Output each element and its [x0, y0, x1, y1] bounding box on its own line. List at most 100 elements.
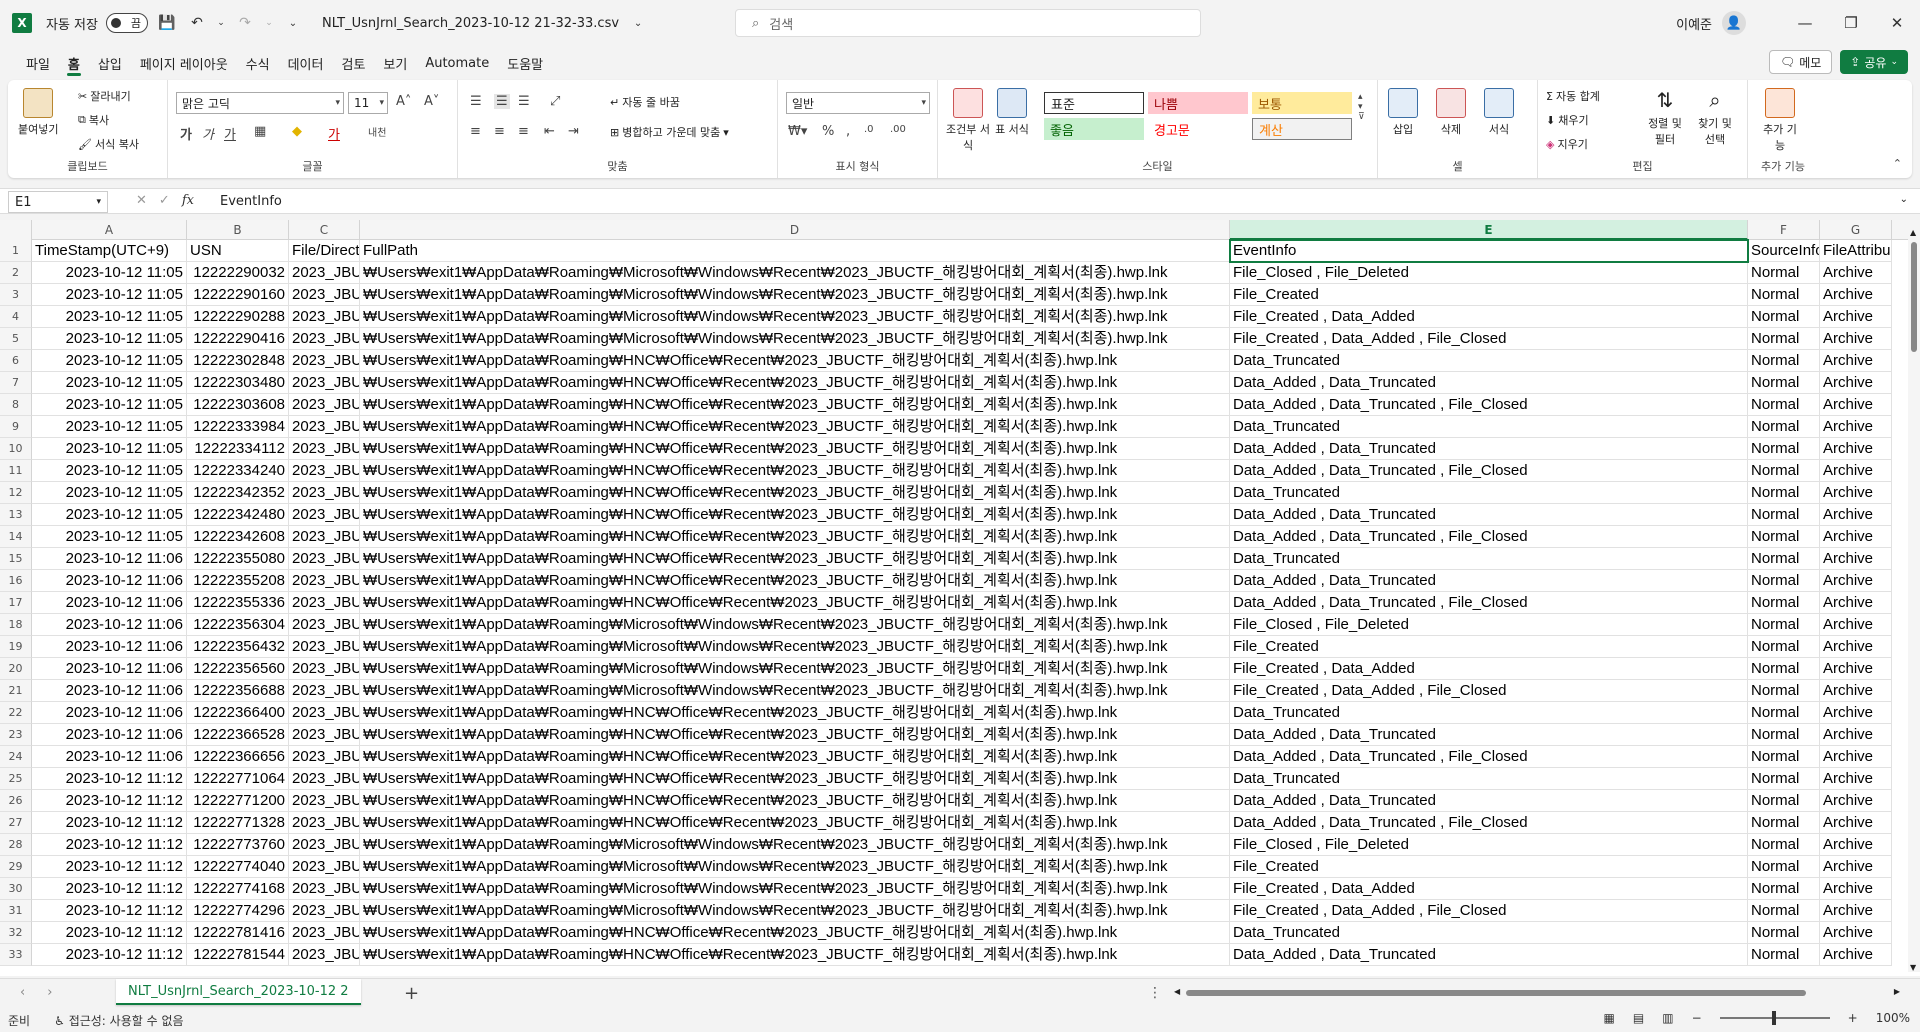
cell-timestamp[interactable]: 2023-10-12 11:05 — [32, 350, 187, 372]
tab-formulas[interactable]: 수식 — [237, 50, 279, 76]
row-number[interactable]: 33 — [0, 944, 32, 966]
cell-source-info[interactable]: Normal — [1748, 834, 1820, 856]
cell-file-name[interactable]: 2023_JBUC — [289, 284, 360, 306]
cell-event-info[interactable]: Data_Added , Data_Truncated — [1230, 944, 1748, 966]
fill-color-icon[interactable]: ◆ — [292, 124, 302, 139]
cell-source-info[interactable]: Normal — [1748, 614, 1820, 636]
column-header-c[interactable]: C — [289, 220, 360, 240]
cell-source-info[interactable]: Normal — [1748, 570, 1820, 592]
row-number[interactable]: 22 — [0, 702, 32, 724]
cell-full-path[interactable]: ₩Users₩exit1₩AppData₩Roaming₩HNC₩Office₩… — [360, 504, 1230, 526]
cell-event-info[interactable]: Data_Added , Data_Truncated , File_Close… — [1230, 394, 1748, 416]
cell-event-info[interactable]: Data_Added , Data_Truncated — [1230, 372, 1748, 394]
row-number[interactable]: 18 — [0, 614, 32, 636]
cell-event-info[interactable]: Data_Added , Data_Truncated — [1230, 790, 1748, 812]
cell-usn[interactable]: 12222333984 — [187, 416, 289, 438]
cell-timestamp[interactable]: 2023-10-12 11:12 — [32, 834, 187, 856]
cell-usn[interactable]: 12222781544 — [187, 944, 289, 966]
cell-usn[interactable]: 12222366400 — [187, 702, 289, 724]
cell-file-name[interactable]: 2023_JBUC — [289, 812, 360, 834]
cell-event-info[interactable]: Data_Truncated — [1230, 702, 1748, 724]
cell-usn[interactable]: 12222355080 — [187, 548, 289, 570]
cell-event-info[interactable]: Data_Added , Data_Truncated — [1230, 570, 1748, 592]
cell-file-attribute[interactable]: Archive — [1820, 746, 1892, 768]
row-number[interactable]: 5 — [0, 328, 32, 350]
conditional-formatting-button[interactable]: 조건부 서식 — [946, 88, 990, 153]
row-number[interactable]: 25 — [0, 768, 32, 790]
cell-source-info[interactable]: Normal — [1748, 680, 1820, 702]
cell-file-name[interactable]: 2023_JBUC — [289, 328, 360, 350]
header-cell-full-path[interactable]: FullPath — [360, 240, 1230, 262]
cell-usn[interactable]: 12222771200 — [187, 790, 289, 812]
cancel-formula-icon[interactable]: ✕ — [136, 193, 147, 208]
align-right-icon[interactable]: ≡ — [518, 124, 529, 139]
cell-full-path[interactable]: ₩Users₩exit1₩AppData₩Roaming₩HNC₩Office₩… — [360, 944, 1230, 966]
cell-usn[interactable]: 12222774296 — [187, 900, 289, 922]
paste-button[interactable]: 붙여넣기 — [18, 88, 58, 137]
cell-timestamp[interactable]: 2023-10-12 11:05 — [32, 328, 187, 350]
cell-timestamp[interactable]: 2023-10-12 11:12 — [32, 878, 187, 900]
row-number[interactable]: 17 — [0, 592, 32, 614]
cell-file-name[interactable]: 2023_JBUC — [289, 592, 360, 614]
style-neutral[interactable]: 보통 — [1252, 92, 1352, 114]
cell-file-attribute[interactable]: Archive — [1820, 658, 1892, 680]
cell-usn[interactable]: 12222356688 — [187, 680, 289, 702]
increase-indent-icon[interactable]: ⇥ — [568, 124, 579, 139]
cell-file-attribute[interactable]: Archive — [1820, 526, 1892, 548]
cell-timestamp[interactable]: 2023-10-12 11:12 — [32, 768, 187, 790]
cell-full-path[interactable]: ₩Users₩exit1₩AppData₩Roaming₩Microsoft₩W… — [360, 306, 1230, 328]
cell-file-attribute[interactable]: Archive — [1820, 372, 1892, 394]
cell-usn[interactable]: 12222290160 — [187, 284, 289, 306]
cell-file-attribute[interactable]: Archive — [1820, 768, 1892, 790]
row-number[interactable]: 28 — [0, 834, 32, 856]
confirm-formula-icon[interactable]: ✓ — [159, 193, 170, 208]
number-format-combo[interactable]: 일반 ▾ — [786, 92, 930, 114]
cell-full-path[interactable]: ₩Users₩exit1₩AppData₩Roaming₩HNC₩Office₩… — [360, 350, 1230, 372]
cell-full-path[interactable]: ₩Users₩exit1₩AppData₩Roaming₩HNC₩Office₩… — [360, 482, 1230, 504]
undo-dropdown-icon[interactable]: ⌄ — [216, 18, 226, 28]
cell-file-attribute[interactable]: Archive — [1820, 504, 1892, 526]
cell-source-info[interactable]: Normal — [1748, 328, 1820, 350]
cell-file-attribute[interactable]: Archive — [1820, 284, 1892, 306]
cell-event-info[interactable]: Data_Truncated — [1230, 922, 1748, 944]
cell-source-info[interactable]: Normal — [1748, 372, 1820, 394]
tab-file[interactable]: 파일 — [17, 50, 59, 76]
cell-timestamp[interactable]: 2023-10-12 11:05 — [32, 482, 187, 504]
cell-file-attribute[interactable]: Archive — [1820, 438, 1892, 460]
row-number[interactable]: 31 — [0, 900, 32, 922]
column-header-a[interactable]: A — [32, 220, 187, 240]
styles-more-icon[interactable]: ▴ ▾ ⊽ — [1358, 92, 1365, 122]
cell-file-name[interactable]: 2023_JBUC — [289, 438, 360, 460]
row-number[interactable]: 7 — [0, 372, 32, 394]
cell-timestamp[interactable]: 2023-10-12 11:12 — [32, 790, 187, 812]
cell-event-info[interactable]: Data_Added , Data_Truncated , File_Close… — [1230, 746, 1748, 768]
cell-usn[interactable]: 12222303608 — [187, 394, 289, 416]
cell-timestamp[interactable]: 2023-10-12 11:05 — [32, 372, 187, 394]
cell-source-info[interactable]: Normal — [1748, 504, 1820, 526]
accounting-format-icon[interactable]: ₩▾ — [788, 124, 807, 139]
column-header-e[interactable]: E — [1230, 220, 1748, 240]
cell-file-name[interactable]: 2023_JBUC — [289, 614, 360, 636]
column-header-f[interactable]: F — [1748, 220, 1820, 240]
cell-file-attribute[interactable]: Archive — [1820, 614, 1892, 636]
tab-data[interactable]: 데이터 — [279, 50, 333, 76]
cell-usn[interactable]: 12222355336 — [187, 592, 289, 614]
cell-usn[interactable]: 12222356432 — [187, 636, 289, 658]
column-header-d[interactable]: D — [360, 220, 1230, 240]
cell-usn[interactable]: 12222342352 — [187, 482, 289, 504]
restore-icon[interactable]: ❐ — [1828, 14, 1874, 32]
clear-button[interactable]: ◈ 지우기 — [1546, 136, 1588, 152]
cell-timestamp[interactable]: 2023-10-12 11:06 — [32, 548, 187, 570]
autosum-button[interactable]: Σ 자동 합계 — [1546, 88, 1600, 104]
cell-full-path[interactable]: ₩Users₩exit1₩AppData₩Roaming₩HNC₩Office₩… — [360, 702, 1230, 724]
cell-full-path[interactable]: ₩Users₩exit1₩AppData₩Roaming₩HNC₩Office₩… — [360, 790, 1230, 812]
style-good[interactable]: 좋음 — [1044, 118, 1144, 140]
search-box[interactable]: ⌕ 검색 — [735, 9, 1201, 37]
sort-filter-button[interactable]: ⇅ 정렬 및 필터 — [1642, 88, 1688, 147]
cell-event-info[interactable]: Data_Truncated — [1230, 416, 1748, 438]
column-header-g[interactable]: G — [1820, 220, 1892, 240]
cell-source-info[interactable]: Normal — [1748, 460, 1820, 482]
style-warning[interactable]: 경고문 — [1148, 118, 1248, 140]
header-cell-source-info[interactable]: SourceInfo — [1748, 240, 1820, 262]
header-cell-usn[interactable]: USN — [187, 240, 289, 262]
